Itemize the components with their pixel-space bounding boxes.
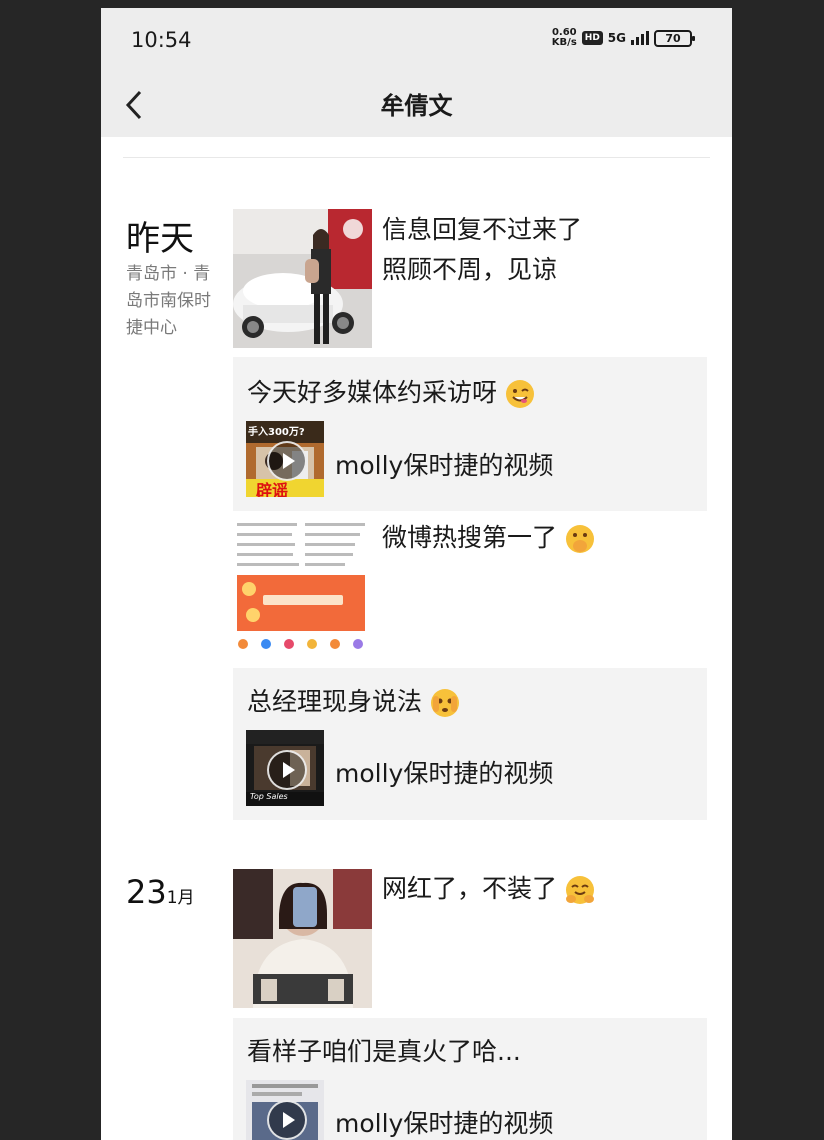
- post-text: 网红了，不装了: [382, 869, 595, 909]
- signal-icon: [631, 31, 649, 45]
- video-label: molly保时捷的视频: [335, 451, 554, 480]
- divider: [123, 157, 710, 158]
- date-label: 231月: [126, 873, 195, 911]
- play-icon: [267, 441, 307, 481]
- hug-emoji-icon: [565, 876, 594, 904]
- play-icon: [267, 1100, 307, 1140]
- peek-emoji-icon: [430, 689, 459, 717]
- weibo-screenshot-image: [233, 517, 372, 656]
- share-title: 今天好多媒体约采访呀: [247, 373, 535, 409]
- battery-icon: 70: [654, 29, 695, 47]
- post-text: 微博热搜第一了: [382, 518, 595, 558]
- yum-emoji-icon: [505, 380, 534, 408]
- shared-video-card[interactable]: 今天好多媒体约采访呀 手入300万? 辟谣 molly保时捷的视频: [233, 357, 707, 511]
- network-speed: 0.60 KB/s: [551, 27, 577, 48]
- video-label: molly保时捷的视频: [335, 759, 554, 788]
- page-title: 牟倩文: [380, 92, 453, 120]
- selfie-photo-image: [233, 869, 372, 1008]
- post-photo-selfie[interactable]: [233, 869, 372, 1008]
- video-thumbnail: Top Sales: [246, 730, 324, 806]
- share-title: 看样子咱们是真火了哈...: [247, 1037, 521, 1066]
- post-photo-weibo[interactable]: [233, 517, 372, 656]
- share-title: 总经理现身说法: [247, 682, 460, 718]
- status-time: 10:54: [131, 28, 192, 52]
- date-label: 昨天: [126, 219, 194, 259]
- car-photo-image: [233, 209, 372, 348]
- network-type: 5G: [607, 31, 626, 45]
- video-thumbnail: 手入300万? 辟谣: [246, 421, 324, 497]
- post-photo-car[interactable]: [233, 209, 372, 348]
- location-label[interactable]: 青岛市 · 青岛市南保时捷中心: [126, 261, 221, 342]
- post-text: 信息回复不过来了 照顾不周，见谅: [382, 215, 583, 284]
- hush-emoji-icon: [565, 525, 594, 553]
- top-bar: 10:54 0.60 KB/s HD 5G 70 牟倩文: [101, 8, 732, 137]
- shared-video-card[interactable]: 总经理现身说法 Top Sales molly保时捷的视频: [233, 668, 707, 820]
- thumb-caption: Top Sales: [250, 792, 288, 801]
- thumb-caption: 手入300万?: [248, 427, 305, 438]
- hd-icon: HD: [581, 31, 603, 45]
- video-label: molly保时捷的视频: [335, 1109, 554, 1138]
- status-icons: 0.60 KB/s HD 5G 70: [551, 27, 695, 48]
- play-icon: [267, 750, 307, 790]
- shared-video-card[interactable]: 看样子咱们是真火了哈... molly保时捷的视频: [233, 1018, 707, 1140]
- moments-screen: 10:54 0.60 KB/s HD 5G 70 牟倩文 昨天 青岛市 · 青岛…: [101, 8, 732, 1140]
- video-thumbnail: [246, 1080, 324, 1140]
